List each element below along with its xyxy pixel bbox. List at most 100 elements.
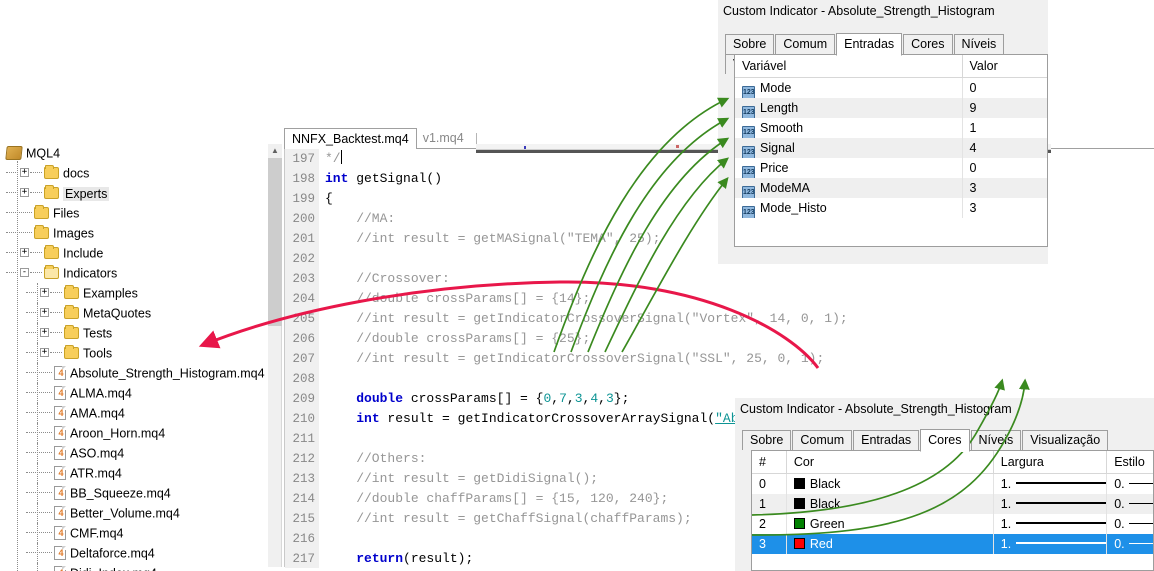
tree-expander-plus-icon[interactable]: + [40,348,49,358]
tree-folder-item[interactable]: + MetaQuotes [0,303,272,323]
tree-folder-item[interactable]: + Tests [0,323,272,343]
code-line[interactable]: 203 //Crossover: [285,269,1154,289]
tree-file-item[interactable]: CMF.mq4 [0,523,272,543]
tree-file-item[interactable]: Didi_Index.mq4 [0,563,272,571]
tree-file-item[interactable]: ATR.mq4 [0,463,272,483]
color-width-cell[interactable]: 1. [994,494,1108,514]
input-variable-cell[interactable]: 123 Signal [735,138,963,158]
tree-expander-minus-icon[interactable]: - [20,268,29,278]
editor-tab-strip[interactable]: NNFX_Backtest.mq4 v1.mq4 [284,128,483,149]
code-line[interactable]: 204 //double crossParams[] = {14}; [285,289,1154,309]
input-variable-cell[interactable]: 123 Mode_Histo [735,198,963,218]
code-line[interactable]: 205 //int result = getIndicatorCrossover… [285,309,1154,329]
tree-folder-item[interactable]: - Indicators [0,263,272,283]
color-name-cell[interactable]: Black [787,474,994,494]
color-name-cell[interactable]: Black [787,494,994,514]
tree-expander-plus-icon[interactable]: + [40,328,49,338]
colors-table-row[interactable]: 0 Black 1. 0. [752,474,1154,494]
color-name-cell[interactable]: Red [787,534,994,554]
tree-expander-plus-icon[interactable]: + [40,288,49,298]
input-value-cell[interactable]: 0 [963,78,1047,98]
color-style-cell[interactable]: 0. [1107,514,1154,534]
dialog-tab-nveis[interactable]: Níveis [970,430,1022,450]
tree-expander-plus-icon[interactable]: + [20,248,29,258]
tree-folder-item[interactable]: + Tools [0,343,272,363]
inputs-table-row[interactable]: 123 Mode 0 [735,78,1047,98]
input-variable-cell[interactable]: 123 Smooth [735,118,963,138]
input-value-cell[interactable]: 0 [963,158,1047,178]
inputs-table-row[interactable]: 123 ModeMA 3 [735,178,1047,198]
file-tree-panel[interactable]: MQL4 + docs + Experts Files Images + Include - In… [0,143,272,571]
colors-table-row[interactable]: 1 Black 1. 0. [752,494,1154,514]
inputs-table-row[interactable]: 123 Length 9 [735,98,1047,118]
colors-table-row[interactable]: 2 Green 1. 0. [752,514,1154,534]
color-style-cell[interactable]: 0. [1107,474,1154,494]
tree-root-row[interactable]: MQL4 [0,143,272,163]
editor-vertical-scrollbar[interactable]: ▲ [268,144,282,567]
dialog-tab-nveis[interactable]: Níveis [953,34,1005,54]
code-line[interactable]: 207 //int result = getIndicatorCrossover… [285,349,1154,369]
input-value-cell[interactable]: 3 [963,198,1047,218]
input-variable-cell[interactable]: 123 Price [735,158,963,178]
dialog-tab-sobre[interactable]: Sobre [725,34,775,54]
inputs-table-row[interactable]: 123 Price 0 [735,158,1047,178]
input-value-cell[interactable]: 3 [963,178,1047,198]
input-value-cell[interactable]: 9 [963,98,1047,118]
tree-file-item[interactable]: ALMA.mq4 [0,383,272,403]
tree-folder-item[interactable]: Files [0,203,272,223]
scroll-up-icon[interactable]: ▲ [268,144,282,158]
tree-file-item[interactable]: Better_Volume.mq4 [0,503,272,523]
input-variable-cell[interactable]: 123 ModeMA [735,178,963,198]
tree-folder-item[interactable]: + Include [0,243,272,263]
tree-expander-plus-icon[interactable]: + [20,188,29,198]
tree-file-item[interactable]: Absolute_Strength_Histogram.mq4 [0,363,272,383]
color-width-cell[interactable]: 1. [994,474,1108,494]
color-width-cell[interactable]: 1. [994,514,1108,534]
tree-file-item[interactable]: ASO.mq4 [0,443,272,463]
tree-file-item[interactable]: AMA.mq4 [0,403,272,423]
dialog-tab-cores[interactable]: Cores [903,34,953,54]
inputs-dialog-tab-row[interactable]: SobreComumEntradasCoresNíveisVisualizaçã… [725,33,1048,74]
custom-indicator-colors-dialog[interactable]: Custom Indicator - Absolute_Strength_His… [735,398,1154,571]
tree-file-item[interactable]: Aroon_Horn.mq4 [0,423,272,443]
color-width-cell[interactable]: 1. [994,534,1108,554]
code-line[interactable]: 206 //double crossParams[] = {25}; [285,329,1154,349]
dialog-tab-entradas[interactable]: Entradas [853,430,920,450]
tree-guide-dash [26,472,52,474]
input-value-cell[interactable]: 1 [963,118,1047,138]
dialog-tab-comum[interactable]: Comum [792,430,853,450]
inputs-grid[interactable]: Variável Valor 123 Mode 0 123 Length 9 123 Smoo… [734,54,1048,247]
dialog-tab-cores[interactable]: Cores [920,429,970,452]
tree-file-item[interactable]: BB_Squeeze.mq4 [0,483,272,503]
scrollbar-thumb[interactable] [268,158,282,326]
editor-tab-v1[interactable]: v1.mq4 [416,129,471,149]
color-style-cell[interactable]: 0. [1107,494,1154,514]
input-variable-cell[interactable]: 123 Mode [735,78,963,98]
dialog-tab-sobre[interactable]: Sobre [742,430,792,450]
dialog-tab-entradas[interactable]: Entradas [836,33,903,56]
inputs-table-row[interactable]: 123 Smooth 1 [735,118,1047,138]
tree-folder-item[interactable]: + Experts [0,183,272,203]
color-style-cell[interactable]: 0. [1107,534,1154,554]
editor-tab-nnfx-backtest[interactable]: NNFX_Backtest.mq4 [284,128,417,149]
style-preview-line [1128,543,1154,544]
input-variable-cell[interactable]: 123 Length [735,98,963,118]
custom-indicator-inputs-dialog[interactable]: Custom Indicator - Absolute_Strength_His… [718,0,1048,264]
color-name-cell[interactable]: Green [787,514,994,534]
dialog-tab-visualizao[interactable]: Visualização [1022,430,1109,450]
tree-folder-item[interactable]: Images [0,223,272,243]
tree-folder-item[interactable]: + Examples [0,283,272,303]
tree-expander-plus-icon[interactable]: + [20,168,29,178]
colors-dialog-tab-row[interactable]: Sobre Comum Entradas Cores Níveis Visualizaçã… [742,429,1109,452]
tree-expander-plus-icon[interactable]: + [40,308,49,318]
code-line[interactable]: 208 [285,369,1154,389]
colors-grid[interactable]: # Cor Largura Estilo 0 Black 1. 0. 1 Black 1. 0… [751,450,1154,571]
dialog-tab-comum[interactable]: Comum [775,34,836,54]
colors-table-row[interactable]: 3 Red 1. 0. [752,534,1154,554]
input-value-cell[interactable]: 4 [963,138,1047,158]
tree-folder-item[interactable]: + docs [0,163,272,183]
inputs-table-row[interactable]: 123 Signal 4 [735,138,1047,158]
inputs-table-row[interactable]: 123 Mode_Histo 3 [735,198,1047,218]
tree-file-item[interactable]: Deltaforce.mq4 [0,543,272,563]
